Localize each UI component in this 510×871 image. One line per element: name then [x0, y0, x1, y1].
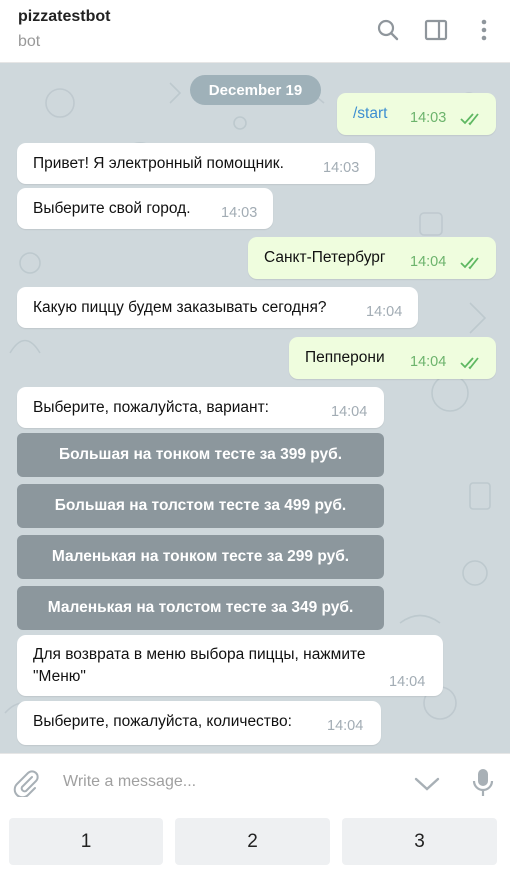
message-incoming: Какую пиццу будем заказывать сегодня? 14…	[17, 287, 418, 328]
double-check-icon	[460, 113, 479, 126]
message-outgoing: Пепперони 14:04	[289, 337, 496, 379]
message-incoming: Привет! Я электронный помощник. 14:03	[17, 143, 375, 184]
chevron-down-icon[interactable]	[414, 776, 440, 797]
double-check-icon	[460, 357, 479, 370]
message-input[interactable]: Write a message...	[63, 773, 196, 791]
inline-button-large-thin[interactable]: Большая на тонком тесте за 399 руб.	[17, 433, 384, 477]
reply-keyboard: 1 2 3	[0, 809, 510, 871]
message-outgoing: Санкт-Петербург 14:04	[248, 237, 496, 279]
message-incoming: Для возврата в меню выбора пиццы, нажмит…	[17, 635, 443, 696]
message-incoming: Выберите свой город. 14:03	[17, 188, 273, 229]
message-text: Выберите, пожалуйста, количество:	[33, 713, 292, 730]
chat-area[interactable]: December 19 /start 14:03 Привет! Я элект…	[0, 63, 510, 753]
inline-button-small-thick[interactable]: Маленькая на толстом тесте за 349 руб.	[17, 586, 384, 630]
message-time: 14:03	[221, 205, 258, 221]
message-text: Выберите, пожалуйста, вариант:	[33, 399, 269, 416]
reply-button-2[interactable]: 2	[175, 818, 330, 865]
sidebar-toggle-icon[interactable]	[422, 16, 450, 44]
message-time: 14:04	[327, 718, 364, 734]
chat-header: pizzatestbot bot	[0, 0, 510, 63]
message-incoming: Выберите, пожалуйста, вариант: 14:04	[17, 387, 384, 428]
message-time: 14:04	[366, 304, 403, 320]
chat-subtitle: bot	[18, 33, 41, 50]
message-input-bar: Write a message...	[0, 753, 510, 809]
inline-button-large-thick[interactable]: Большая на толстом тесте за 499 руб.	[17, 484, 384, 528]
more-vertical-icon[interactable]	[470, 16, 498, 44]
message-outgoing[interactable]: /start 14:03	[337, 93, 496, 135]
message-text: Какую пиццу будем заказывать сегодня?	[33, 299, 327, 316]
message-time: 14:04	[389, 674, 426, 690]
message-text-line-1: Для возврата в меню выбора пиццы, нажмит…	[33, 646, 366, 663]
double-check-icon	[460, 257, 479, 270]
message-time: 14:04	[410, 354, 447, 370]
microphone-icon[interactable]	[472, 768, 494, 803]
message-time: 14:04	[410, 254, 447, 270]
message-time: 14:04	[331, 404, 368, 420]
inline-button-small-thin[interactable]: Маленькая на тонком тесте за 299 руб.	[17, 535, 384, 579]
message-text[interactable]: /start	[353, 105, 387, 123]
message-text: Привет! Я электронный помощник.	[33, 155, 284, 172]
message-text: Санкт-Петербург	[264, 249, 386, 266]
message-text: Пепперони	[305, 349, 385, 366]
search-icon[interactable]	[374, 16, 402, 44]
chat-title[interactable]: pizzatestbot	[18, 8, 110, 26]
paperclip-icon[interactable]	[12, 769, 40, 802]
reply-button-1[interactable]: 1	[9, 818, 163, 865]
message-text-line-2: "Меню"	[33, 668, 86, 685]
reply-button-3[interactable]: 3	[342, 818, 497, 865]
message-text: Выберите свой город.	[33, 200, 191, 217]
message-incoming: Выберите, пожалуйста, количество: 14:04	[17, 701, 381, 745]
date-separator: December 19	[190, 75, 321, 105]
message-time: 14:03	[323, 160, 360, 176]
message-time: 14:03	[410, 110, 447, 126]
